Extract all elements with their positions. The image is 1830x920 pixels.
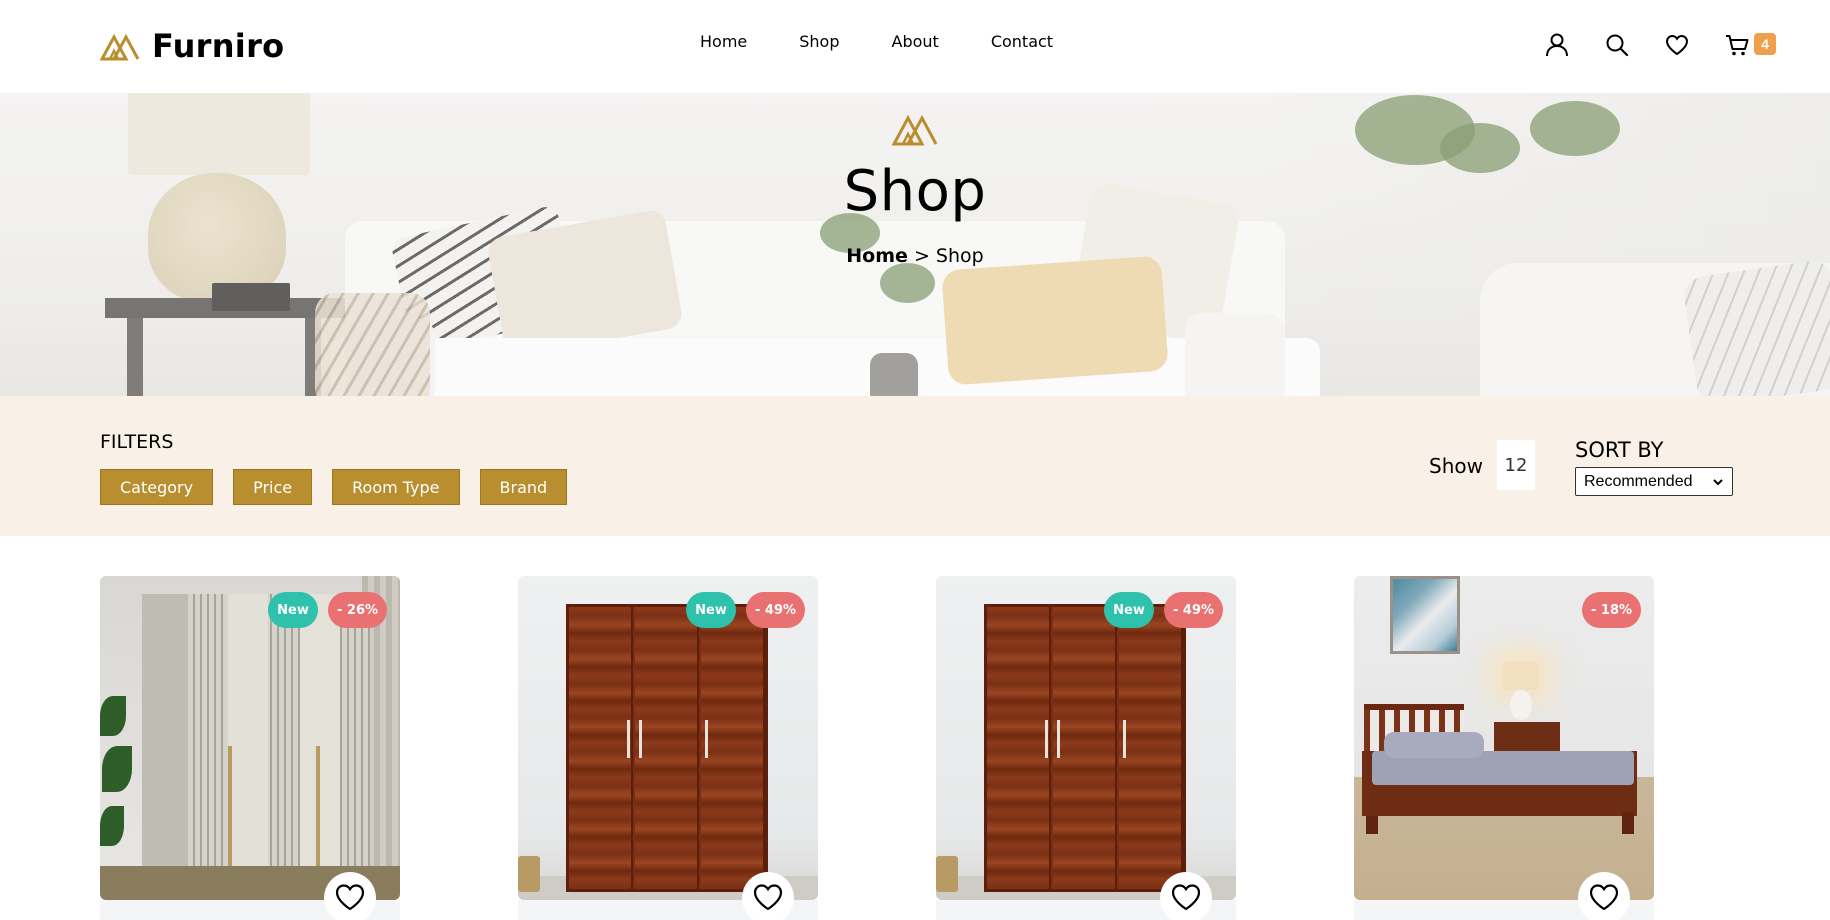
discount-badge: - 18% (1582, 592, 1642, 628)
main-nav: Home Shop About Contact (700, 32, 1105, 51)
add-to-wishlist-button[interactable] (742, 872, 794, 920)
sort-by-select[interactable]: Recommended (1575, 467, 1733, 496)
chevron-down-icon (1713, 478, 1723, 485)
heart-icon (1589, 884, 1619, 911)
page-title: Shop (843, 159, 987, 224)
new-badge: New (268, 592, 318, 628)
sort-by-value: Recommended (1584, 472, 1693, 490)
breadcrumb-current: Shop (935, 245, 984, 267)
cart-count-badge: 4 (1754, 33, 1776, 55)
wishlist-button[interactable] (1662, 30, 1692, 60)
filter-room-type-button[interactable]: Room Type (332, 469, 460, 505)
filter-brand-button[interactable]: Brand (479, 469, 568, 505)
product-card[interactable]: New - 49% (518, 576, 818, 920)
nav-home[interactable]: Home (700, 32, 747, 51)
filter-bar: FILTERS Category Price Room Type Brand S… (0, 396, 1830, 536)
discount-badge: - 49% (1164, 592, 1224, 628)
filter-price-button[interactable]: Price (233, 469, 313, 505)
account-button[interactable] (1542, 30, 1572, 60)
new-badge: New (686, 592, 736, 628)
filters-heading: FILTERS (100, 431, 174, 453)
user-icon (1546, 33, 1568, 57)
add-to-wishlist-button[interactable] (1160, 872, 1212, 920)
search-button[interactable] (1602, 30, 1632, 60)
product-card[interactable]: New - 49% (936, 576, 1236, 920)
brand-logo[interactable]: Furniro (100, 24, 284, 68)
hero-banner: Shop Home > Shop (0, 93, 1830, 396)
show-count-input[interactable]: 12 (1497, 440, 1535, 490)
add-to-wishlist-button[interactable] (324, 872, 376, 920)
product-card[interactable]: New - 26% (100, 576, 400, 920)
nav-about[interactable]: About (892, 32, 939, 51)
add-to-wishlist-button[interactable] (1578, 872, 1630, 920)
header-actions: 4 (1512, 30, 1776, 60)
show-label: Show (1429, 454, 1483, 478)
breadcrumb-home-link[interactable]: Home (846, 245, 908, 267)
discount-badge: - 26% (328, 592, 388, 628)
new-badge: New (1104, 592, 1154, 628)
filter-category-button[interactable]: Category (100, 469, 214, 505)
cart-button[interactable]: 4 (1722, 30, 1776, 60)
heart-icon (1665, 34, 1689, 56)
nav-shop[interactable]: Shop (799, 32, 839, 51)
cart-icon (1726, 35, 1749, 56)
nav-contact[interactable]: Contact (991, 32, 1053, 51)
breadcrumb-separator: > (907, 245, 936, 267)
product-card[interactable]: - 18% (1354, 576, 1654, 920)
discount-badge: - 49% (746, 592, 806, 628)
heart-icon (335, 884, 365, 911)
breadcrumb: Home > Shop (0, 245, 1830, 267)
site-header: Furniro Home Shop About Contact 4 (0, 0, 1830, 93)
heart-icon (753, 884, 783, 911)
filter-chips: Category Price Room Type Brand (100, 469, 587, 505)
brand-mark-icon (100, 33, 140, 61)
brand-name: Furniro (152, 27, 285, 65)
heart-icon (1171, 884, 1201, 911)
sort-by-label: SORT BY (1575, 438, 1664, 462)
hero-brand-mark-icon (891, 114, 938, 146)
search-icon (1606, 34, 1629, 57)
